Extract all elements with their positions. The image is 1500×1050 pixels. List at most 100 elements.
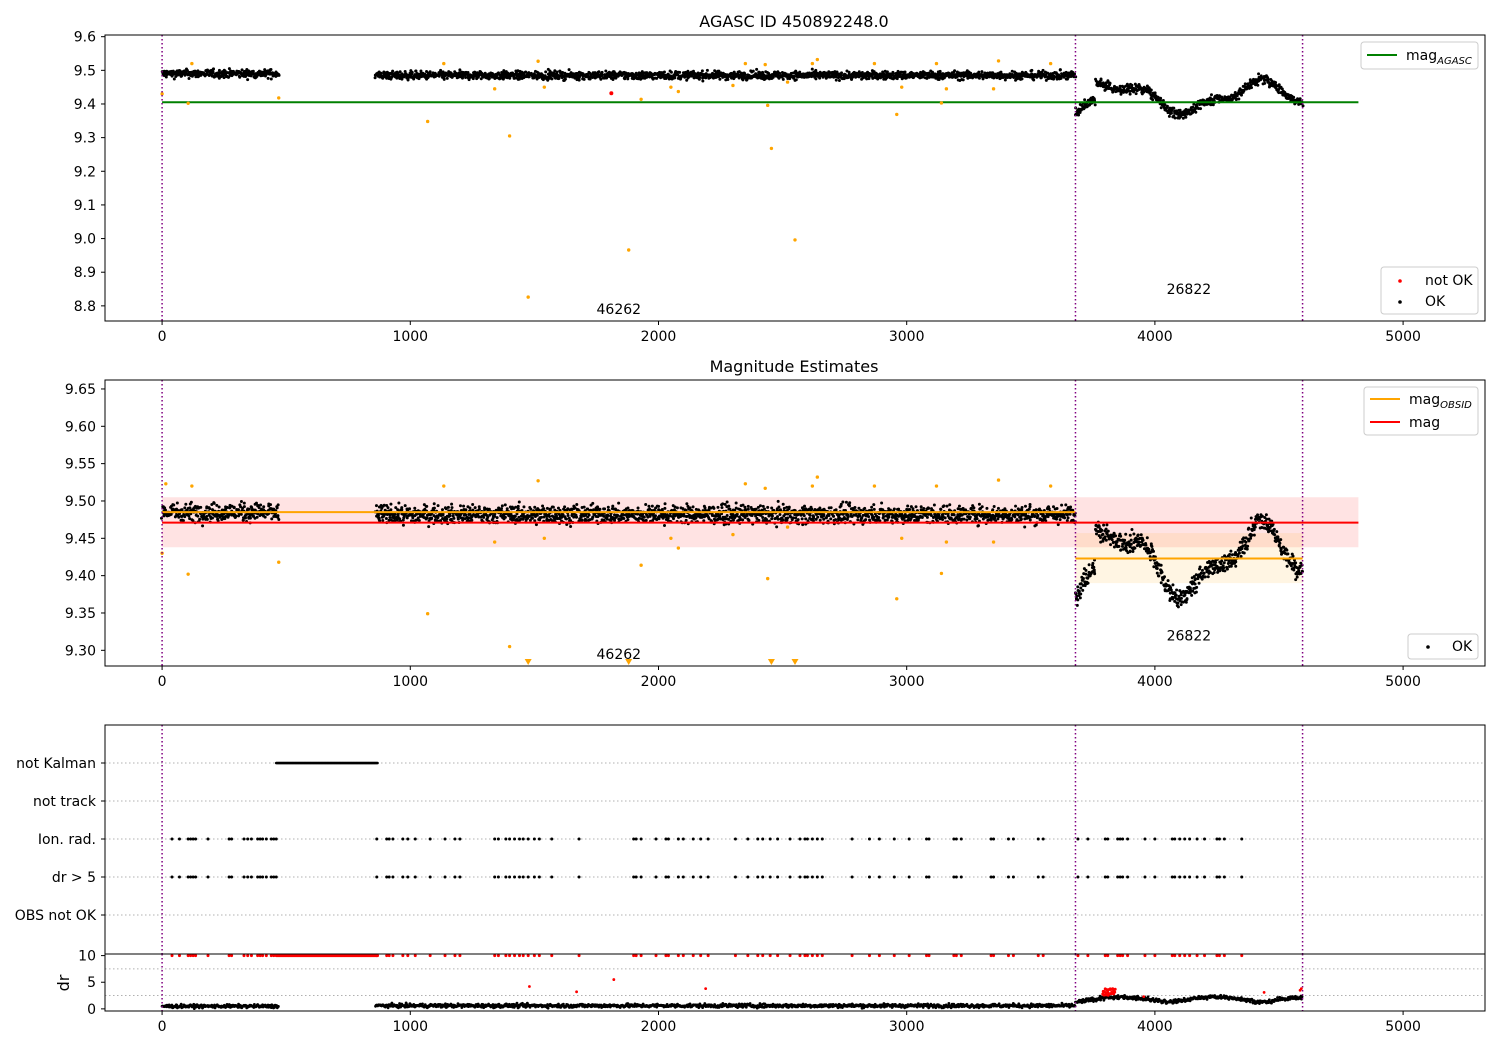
figure: AGASC ID 450892248.0 0 1000 2000 3000 4000 50…	[0, 0, 1500, 1050]
ok-point	[803, 504, 807, 508]
outlier-point	[765, 103, 770, 108]
ok-point	[574, 515, 578, 519]
y-tick-label: 9.35	[65, 606, 96, 622]
ok-point	[514, 505, 518, 509]
ok-point	[758, 504, 762, 508]
ok-point	[776, 499, 780, 503]
x-tick-label: 0	[158, 329, 167, 345]
ok-point	[384, 516, 388, 520]
ok-point	[727, 504, 731, 508]
ok-point	[582, 77, 586, 81]
ok-point	[400, 508, 404, 512]
outlier-point	[536, 59, 540, 63]
ok-point	[471, 502, 475, 506]
ok-point	[277, 518, 281, 522]
ok-point	[606, 513, 610, 517]
ok-point	[644, 503, 648, 507]
outlier-point	[944, 87, 949, 91]
ok-point	[1298, 97, 1302, 101]
ok-point	[663, 506, 667, 510]
ok-point	[781, 518, 785, 522]
ok-point	[548, 514, 552, 518]
outlier-point	[277, 96, 281, 100]
ok-point	[477, 505, 481, 509]
ok-point	[1149, 88, 1153, 92]
outlier-point	[492, 87, 497, 91]
not-ok-point	[609, 91, 614, 96]
ok-point	[911, 507, 915, 511]
outlier-point	[639, 97, 643, 101]
ok-point	[503, 503, 507, 507]
ok-point	[698, 75, 702, 79]
ok-point	[916, 518, 920, 522]
ok-point	[503, 515, 507, 519]
ok-point	[761, 70, 765, 74]
ok-point	[1003, 78, 1007, 82]
ok-point	[895, 517, 899, 521]
ok-point	[1108, 81, 1112, 85]
ok-point	[762, 507, 766, 511]
ok-point	[237, 514, 241, 518]
ok-point	[269, 77, 273, 81]
ok-point	[212, 501, 216, 505]
ok-point	[591, 501, 595, 505]
outlier-point	[810, 61, 815, 66]
ok-point	[761, 504, 765, 508]
ok-point	[1019, 517, 1023, 521]
ok-point	[425, 504, 429, 508]
ok-point	[920, 515, 924, 519]
outlier-point	[669, 85, 673, 89]
ok-point	[1163, 103, 1167, 107]
ok-point	[778, 512, 782, 516]
x-tick-label: 0	[158, 674, 167, 690]
ok-point	[810, 507, 814, 511]
ok-point	[487, 76, 491, 80]
x-tick-label: 4000	[1137, 674, 1173, 690]
ok-point	[196, 514, 200, 518]
ok-point	[844, 500, 848, 504]
ok-point	[1274, 80, 1278, 84]
ok-point	[381, 518, 385, 522]
ok-point	[662, 70, 666, 74]
ok-point	[939, 507, 943, 511]
ok-point	[187, 514, 191, 518]
ok-point	[172, 77, 176, 81]
ok-point	[853, 505, 857, 509]
ok-point	[389, 508, 393, 512]
ok-point	[374, 504, 378, 508]
ok-point	[662, 524, 666, 528]
ok-point	[952, 513, 956, 517]
ok-point	[975, 517, 979, 521]
ok-point	[538, 518, 542, 522]
ok-point	[500, 504, 504, 508]
panel1-legend-upper: magAGASC	[1360, 41, 1479, 70]
ok-point	[466, 71, 470, 75]
ok-point	[787, 505, 791, 509]
ok-point	[734, 501, 738, 505]
ok-point	[242, 505, 246, 509]
y-tick-label: 9.30	[65, 643, 96, 659]
ok-point	[376, 513, 380, 517]
ok-point	[897, 507, 901, 511]
ok-point	[417, 518, 421, 522]
ok-point	[678, 70, 682, 74]
ok-point	[277, 73, 281, 77]
x-tick-label: 4000	[1137, 329, 1173, 345]
ok-point	[436, 504, 440, 508]
ok-point	[244, 516, 248, 520]
ok-point	[1153, 91, 1157, 95]
ok-point	[622, 516, 626, 520]
outlier-point	[442, 61, 446, 66]
outlier-point	[939, 101, 944, 105]
ok-point	[263, 515, 267, 519]
ok-point	[389, 502, 393, 506]
ok-point	[800, 517, 804, 521]
ok-point	[657, 504, 661, 508]
ok-point	[582, 505, 586, 509]
ok-point	[210, 516, 214, 520]
ok-point	[187, 76, 191, 80]
ok-point	[544, 70, 548, 74]
ok-point	[839, 74, 843, 78]
ok-point	[208, 507, 212, 511]
ok-point	[746, 507, 750, 511]
